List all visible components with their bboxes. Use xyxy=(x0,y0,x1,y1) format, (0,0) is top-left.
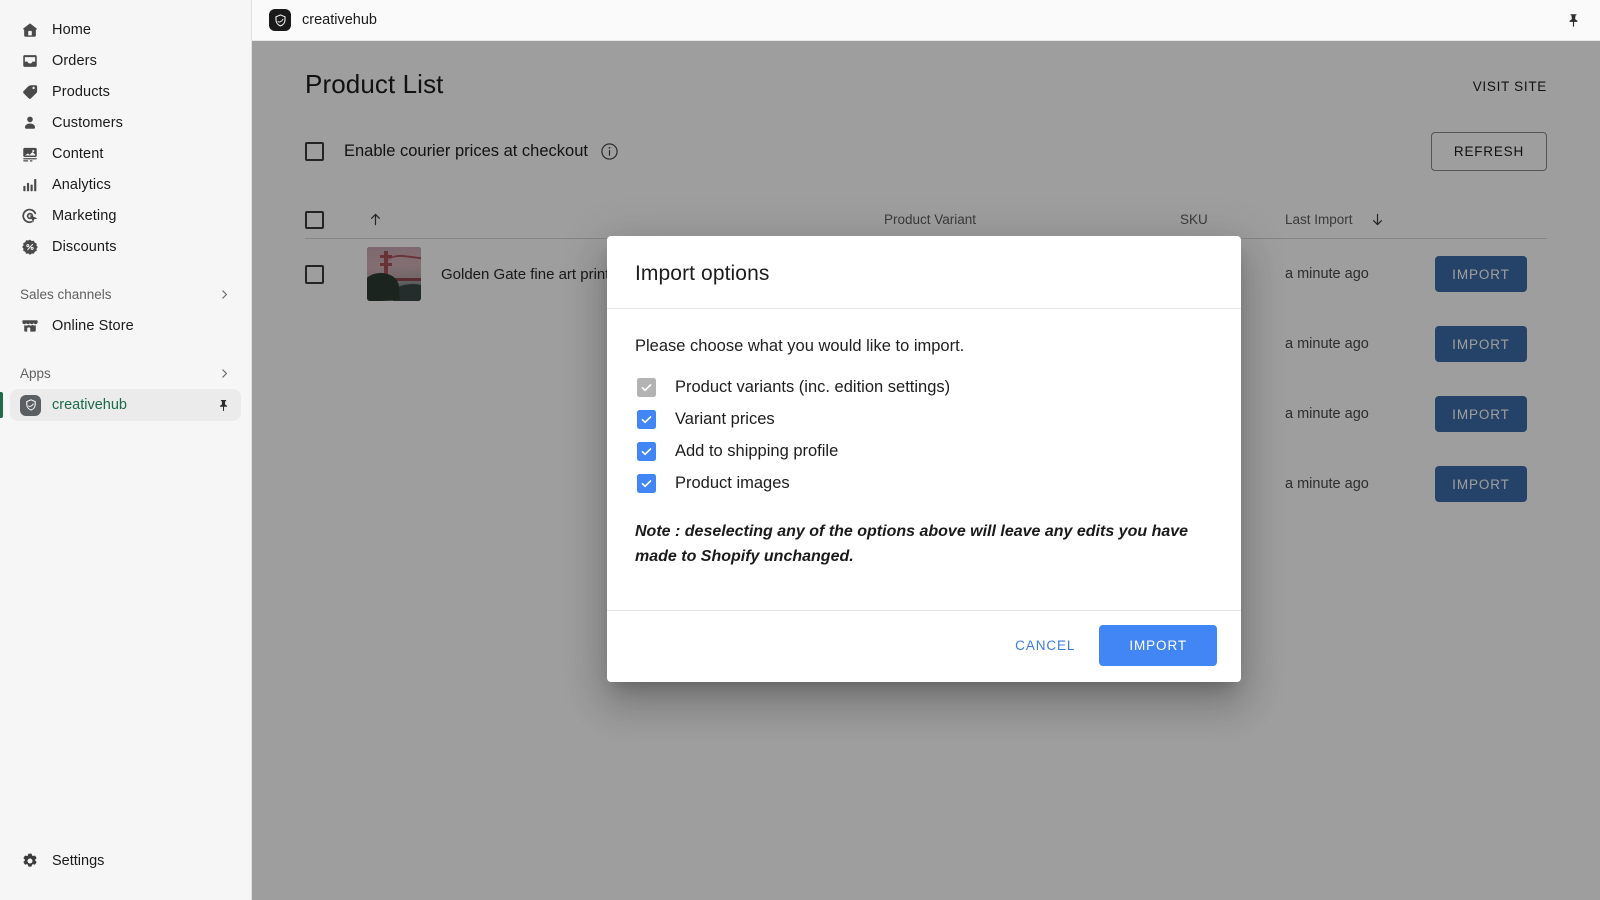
option-product-images[interactable]: Product images xyxy=(637,474,1213,493)
storefront-icon xyxy=(20,316,40,336)
sidebar-section-apps[interactable]: Apps xyxy=(20,361,231,385)
import-options-dialog: Import options Please choose what you wo… xyxy=(607,236,1241,682)
dialog-header: Import options xyxy=(607,236,1241,309)
dialog-footer: CANCEL IMPORT xyxy=(607,610,1241,682)
checkbox-checked-icon[interactable] xyxy=(637,474,656,493)
marketing-target-icon xyxy=(20,206,40,226)
sidebar-nav: Home Orders Products Customers xyxy=(0,14,251,262)
sidebar-item-marketing[interactable]: Marketing xyxy=(10,200,241,231)
sidebar-item-label: Home xyxy=(52,22,91,38)
orders-inbox-icon xyxy=(20,51,40,71)
sidebar-item-discounts[interactable]: Discounts xyxy=(10,231,241,262)
option-variant-prices[interactable]: Variant prices xyxy=(637,410,1213,429)
sidebar-item-content[interactable]: Content xyxy=(10,138,241,169)
sidebar-item-home[interactable]: Home xyxy=(10,14,241,45)
sidebar-item-label: Online Store xyxy=(52,318,134,334)
cancel-button[interactable]: CANCEL xyxy=(999,626,1091,665)
gear-icon xyxy=(20,851,40,871)
dialog-note: Note : deselecting any of the options ab… xyxy=(635,520,1195,570)
sidebar-item-customers[interactable]: Customers xyxy=(10,107,241,138)
active-indicator xyxy=(0,392,3,418)
sidebar-item-label: Content xyxy=(52,146,104,162)
option-label: Product images xyxy=(675,474,790,493)
import-options-list: Product variants (inc. edition settings)… xyxy=(635,378,1213,493)
pin-icon[interactable] xyxy=(216,398,231,413)
option-label: Variant prices xyxy=(675,410,775,429)
sidebar-item-settings[interactable]: Settings xyxy=(10,844,241,878)
customer-person-icon xyxy=(20,113,40,133)
sidebar-item-label: Customers xyxy=(52,115,123,131)
topbar: creativehub xyxy=(252,0,1600,41)
sidebar-item-label: Settings xyxy=(52,853,104,869)
product-tag-icon xyxy=(20,82,40,102)
checkbox-checked-icon[interactable] xyxy=(637,410,656,429)
sidebar-item-online-store[interactable]: Online Store xyxy=(10,310,241,341)
import-button[interactable]: IMPORT xyxy=(1099,625,1217,666)
section-label: Apps xyxy=(20,366,51,381)
sidebar-item-creativehub[interactable]: creativehub xyxy=(10,389,241,421)
sidebar-spacer xyxy=(0,421,251,844)
sidebar-item-products[interactable]: Products xyxy=(10,76,241,107)
creativehub-logo-icon xyxy=(20,395,41,416)
sidebar-item-label: creativehub xyxy=(52,397,127,413)
analytics-bars-icon xyxy=(20,175,40,195)
chevron-right-icon xyxy=(218,288,231,301)
sidebar-section-sales-channels[interactable]: Sales channels xyxy=(20,282,231,306)
sidebar-item-label: Orders xyxy=(52,53,97,69)
sidebar-item-label: Discounts xyxy=(52,239,117,255)
section-label: Sales channels xyxy=(20,287,112,302)
sidebar-item-label: Marketing xyxy=(52,208,117,224)
app-root: Home Orders Products Customers xyxy=(0,0,1600,900)
checkbox-checked-disabled-icon xyxy=(637,378,656,397)
discount-percent-icon xyxy=(20,237,40,257)
dialog-body: Please choose what you would like to imp… xyxy=(607,309,1241,610)
checkbox-checked-icon[interactable] xyxy=(637,442,656,461)
sidebar-item-orders[interactable]: Orders xyxy=(10,45,241,76)
main-area: creativehub Product List VISIT SITE Enab… xyxy=(252,0,1600,900)
sidebar-item-analytics[interactable]: Analytics xyxy=(10,169,241,200)
option-label: Add to shipping profile xyxy=(675,442,838,461)
option-label: Product variants (inc. edition settings) xyxy=(675,378,950,397)
home-icon xyxy=(20,20,40,40)
content-image-icon xyxy=(20,144,40,164)
dialog-intro-text: Please choose what you would like to imp… xyxy=(635,337,1213,356)
creativehub-logo-icon xyxy=(269,9,291,31)
dialog-title: Import options xyxy=(635,262,1213,286)
pin-icon[interactable] xyxy=(1565,12,1582,29)
sidebar-item-label: Products xyxy=(52,84,110,100)
chevron-right-icon xyxy=(218,367,231,380)
option-add-to-shipping-profile[interactable]: Add to shipping profile xyxy=(637,442,1213,461)
topbar-app-title: creativehub xyxy=(302,12,377,28)
sidebar-item-label: Analytics xyxy=(52,177,111,193)
option-product-variants: Product variants (inc. edition settings) xyxy=(637,378,1213,397)
sidebar: Home Orders Products Customers xyxy=(0,0,252,900)
